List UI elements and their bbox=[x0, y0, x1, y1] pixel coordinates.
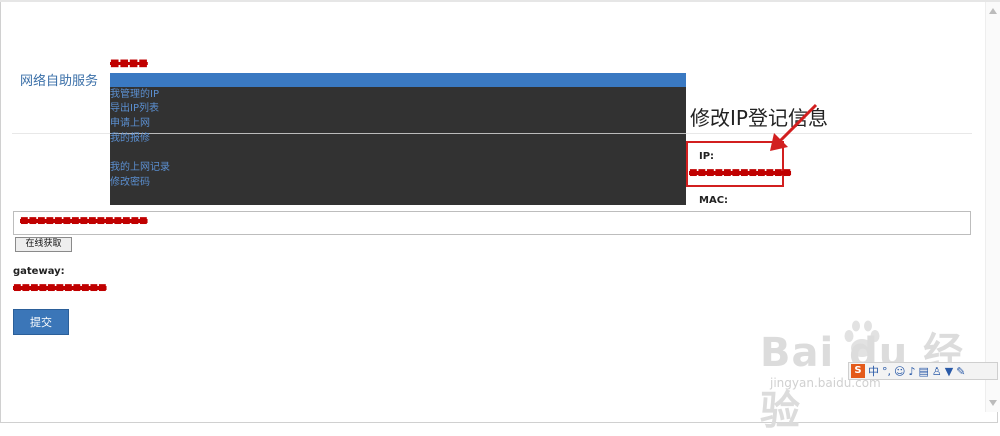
menu-item-my-repairs[interactable]: 我的报修 bbox=[110, 133, 150, 145]
gateway-value-redacted: ■■■■■■■■■■■ bbox=[13, 283, 107, 293]
microphone-icon[interactable]: ♪ bbox=[908, 365, 915, 378]
skin-icon[interactable]: ▼ bbox=[945, 365, 953, 378]
ip-label: IP: bbox=[699, 151, 715, 162]
menu-item-apply-internet[interactable]: 申请上网 bbox=[110, 118, 150, 130]
keyboard-icon[interactable]: ▤ bbox=[919, 365, 929, 378]
scroll-up-icon[interactable] bbox=[989, 8, 997, 14]
user-icon[interactable]: ♙ bbox=[932, 365, 942, 378]
menu-item-change-password[interactable]: 修改密码 bbox=[110, 177, 150, 189]
mac-value-redacted: ■■■■■■■■■■■■■■■ bbox=[20, 216, 148, 226]
menu-separator bbox=[110, 133, 686, 134]
sogou-logo-icon[interactable]: S bbox=[851, 364, 865, 378]
fetch-online-button[interactable]: 在线获取 bbox=[15, 237, 72, 252]
username-redacted[interactable]: ■■■■ bbox=[110, 58, 148, 69]
top-border bbox=[0, 0, 1000, 2]
ime-toolbar[interactable]: S 中 °, ☺ ♪ ▤ ♙ ▼ ✎ bbox=[848, 362, 998, 380]
menu-item-my-ips[interactable]: 我管理的IP bbox=[110, 89, 159, 101]
annotation-arrow-icon bbox=[770, 103, 818, 151]
ip-value-redacted: ■■■■■■■■■■■■ bbox=[689, 168, 792, 178]
user-dropdown-menu: 我管理的IP 导出IP列表 申请上网 我的报修 我的上网记录 修改密码 bbox=[110, 73, 686, 205]
mac-input[interactable] bbox=[13, 211, 971, 235]
brand-link[interactable]: 网络自助服务 bbox=[20, 70, 98, 89]
mac-label: MAC: bbox=[699, 195, 729, 206]
punctuation-icon[interactable]: °, bbox=[882, 365, 891, 378]
wrench-icon[interactable]: ✎ bbox=[956, 365, 965, 378]
menu-active-bar[interactable] bbox=[110, 73, 686, 87]
gateway-label: gateway: bbox=[13, 266, 65, 277]
submit-button[interactable]: 提交 bbox=[13, 309, 69, 335]
menu-item-internet-records[interactable]: 我的上网记录 bbox=[110, 162, 170, 174]
menu-item-export-ip-list[interactable]: 导出IP列表 bbox=[110, 103, 159, 115]
ime-mode-label[interactable]: 中 bbox=[868, 363, 879, 379]
emoji-icon[interactable]: ☺ bbox=[894, 365, 905, 378]
